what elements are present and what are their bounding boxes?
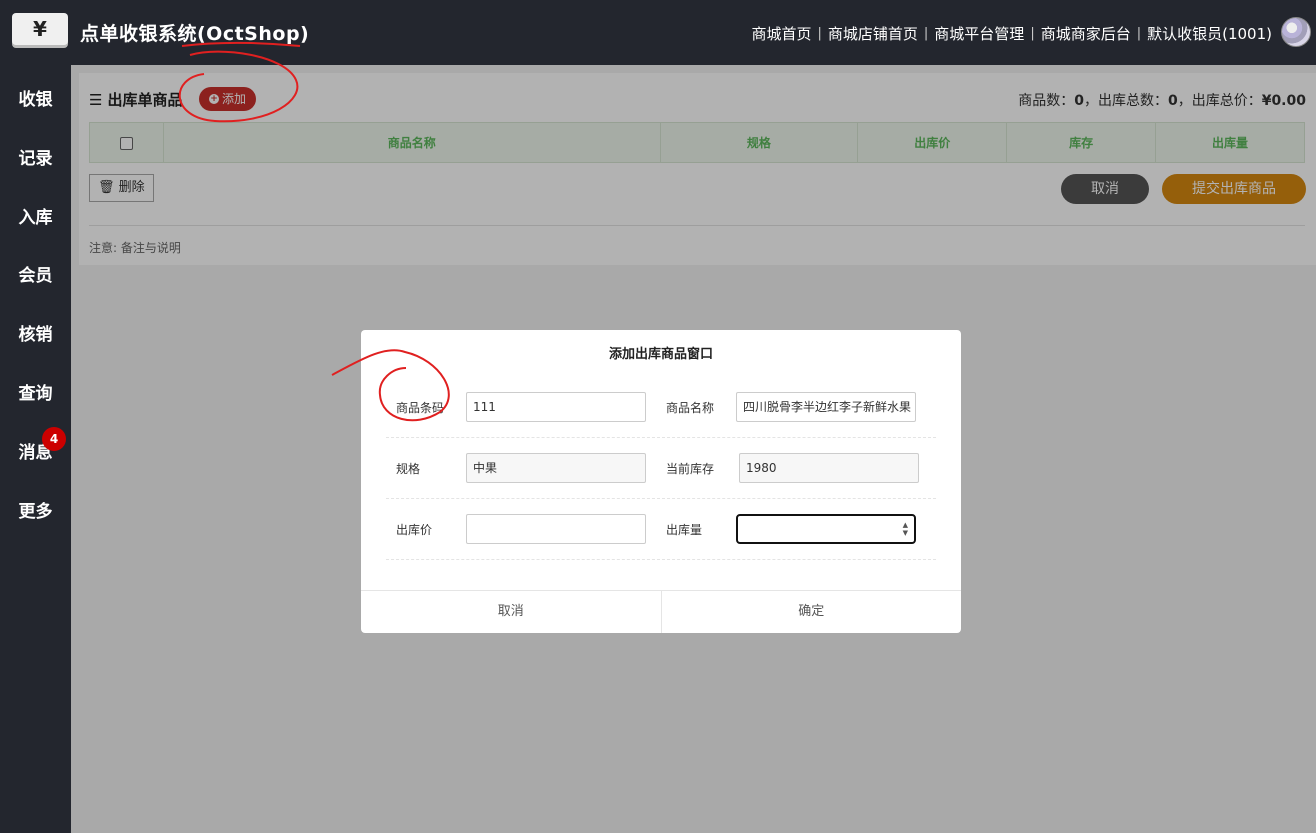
sidebar-item-cashier[interactable]: 收银 bbox=[0, 85, 71, 110]
top-bar: ¥ 点单收银系统(OctShop) 商城首页 | 商城店铺首页 | 商城平台管理… bbox=[0, 0, 1316, 65]
modal-title: 添加出库商品窗口 bbox=[608, 347, 713, 362]
nav-cashier-user[interactable]: 默认收银员(1001) bbox=[1147, 23, 1272, 44]
nav-separator: | bbox=[1136, 26, 1142, 41]
nav-mall-home[interactable]: 商城首页 bbox=[751, 23, 811, 44]
row-divider bbox=[386, 498, 936, 499]
message-count-badge: 4 bbox=[42, 427, 66, 451]
spin-arrows-icon[interactable]: ▲ ▼ bbox=[903, 521, 908, 537]
sidebar: 收银 记录 入库 会员 核销 查询 消息 4 更多 bbox=[0, 65, 71, 833]
app-title: 点单收银系统(OctShop) bbox=[80, 23, 310, 45]
top-nav: 商城首页 | 商城店铺首页 | 商城平台管理 | 商城商家后台 | 默认收银员(… bbox=[751, 23, 1272, 44]
row-divider bbox=[386, 559, 936, 560]
modal-footer: 取消 确定 bbox=[361, 590, 961, 633]
nav-merchant-admin[interactable]: 商城商家后台 bbox=[1041, 23, 1131, 44]
sidebar-item-more[interactable]: 更多 bbox=[0, 497, 71, 522]
nav-separator: | bbox=[817, 26, 822, 41]
barcode-input[interactable]: 111 bbox=[466, 392, 646, 422]
nav-platform-admin[interactable]: 商城平台管理 bbox=[934, 23, 1024, 44]
yen-logo-icon[interactable]: ¥ bbox=[12, 13, 68, 45]
out-price-label: 出库价 bbox=[396, 523, 433, 537]
add-goods-modal: 添加出库商品窗口 商品条码 111 商品名称 四川脱骨李半边红李子新鲜水果 规格… bbox=[361, 330, 961, 633]
sidebar-item-members[interactable]: 会员 bbox=[0, 261, 71, 286]
current-stock-input[interactable]: 1980 bbox=[739, 453, 919, 483]
spec-label: 规格 bbox=[396, 462, 421, 476]
sidebar-item-records[interactable]: 记录 bbox=[0, 144, 71, 169]
current-stock-label: 当前库存 bbox=[666, 462, 715, 476]
sidebar-item-stock-in[interactable]: 入库 bbox=[0, 203, 71, 228]
goods-name-label: 商品名称 bbox=[666, 401, 715, 415]
barcode-label: 商品条码 bbox=[396, 401, 445, 415]
goods-name-input[interactable]: 四川脱骨李半边红李子新鲜水果 bbox=[736, 392, 916, 422]
out-qty-label: 出库量 bbox=[666, 523, 703, 537]
modal-cancel-button[interactable]: 取消 bbox=[361, 591, 661, 633]
row-divider bbox=[386, 437, 936, 438]
spec-input[interactable]: 中果 bbox=[466, 453, 646, 483]
nav-shop-home[interactable]: 商城店铺首页 bbox=[828, 23, 918, 44]
modal-confirm-button[interactable]: 确定 bbox=[660, 591, 962, 633]
out-qty-stepper[interactable]: ▲ ▼ bbox=[736, 514, 916, 544]
sidebar-item-messages[interactable]: 消息 4 bbox=[0, 427, 71, 463]
nav-separator: | bbox=[923, 26, 929, 41]
avatar[interactable] bbox=[1281, 17, 1311, 47]
out-price-input[interactable] bbox=[466, 514, 646, 544]
sidebar-item-query[interactable]: 查询 bbox=[0, 379, 71, 404]
sidebar-item-verify[interactable]: 核销 bbox=[0, 320, 71, 345]
nav-separator: | bbox=[1030, 26, 1035, 41]
